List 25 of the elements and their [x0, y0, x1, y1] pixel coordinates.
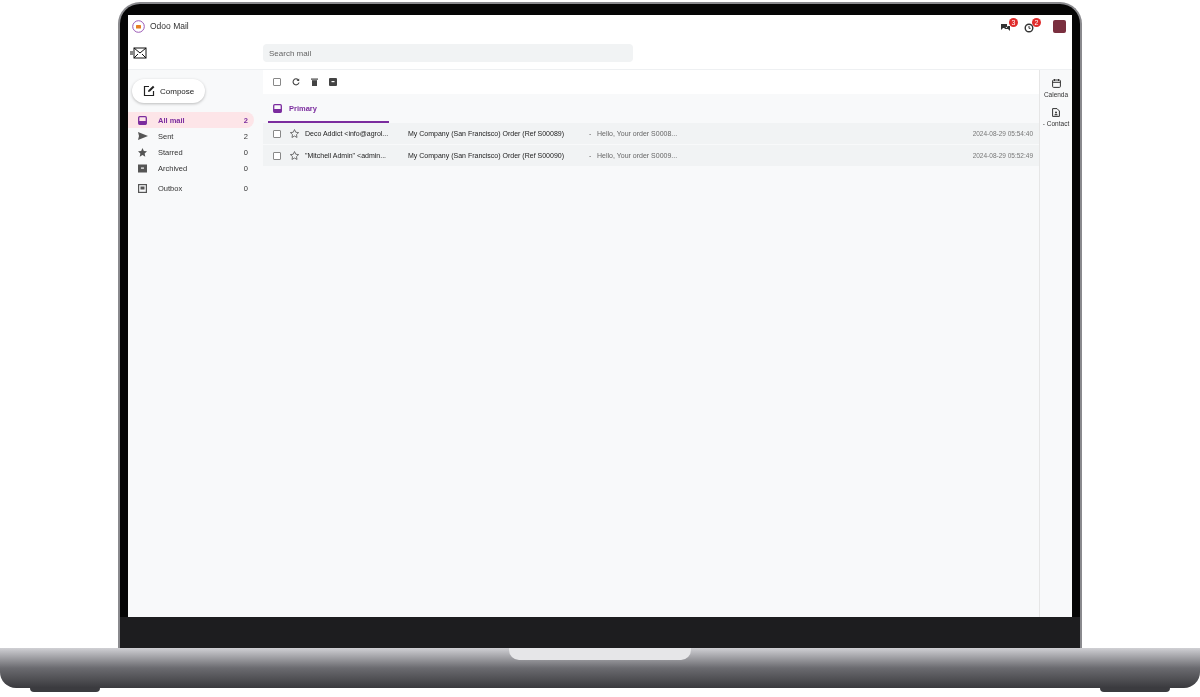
chat-icon [1000, 23, 1011, 33]
inbox-icon [273, 103, 282, 113]
app-logo-icon [132, 19, 145, 33]
send-icon [138, 132, 148, 140]
outbox-icon [138, 183, 147, 193]
search-field[interactable]: Search mail [263, 44, 633, 62]
row-checkbox[interactable] [273, 129, 281, 138]
inbox-icon [138, 115, 147, 125]
star-icon [138, 147, 147, 157]
calendar-icon [1051, 79, 1061, 88]
envelope-icon[interactable] [130, 47, 147, 59]
compose-button[interactable]: Compose [132, 79, 206, 103]
app-title: Odoo Mail [150, 21, 189, 31]
clock-icon [1024, 23, 1034, 33]
star-icon[interactable] [290, 129, 299, 138]
user-avatar[interactable] [1053, 19, 1066, 33]
star-icon[interactable] [290, 151, 299, 160]
compose-icon [143, 85, 155, 97]
refresh-icon[interactable] [292, 78, 300, 86]
archive-icon[interactable] [329, 78, 337, 86]
row-checkbox[interactable] [273, 151, 281, 160]
trash-icon[interactable] [311, 78, 318, 86]
select-all-checkbox[interactable] [273, 78, 281, 86]
contact-card-icon [1052, 108, 1060, 117]
archive-icon [138, 163, 147, 173]
